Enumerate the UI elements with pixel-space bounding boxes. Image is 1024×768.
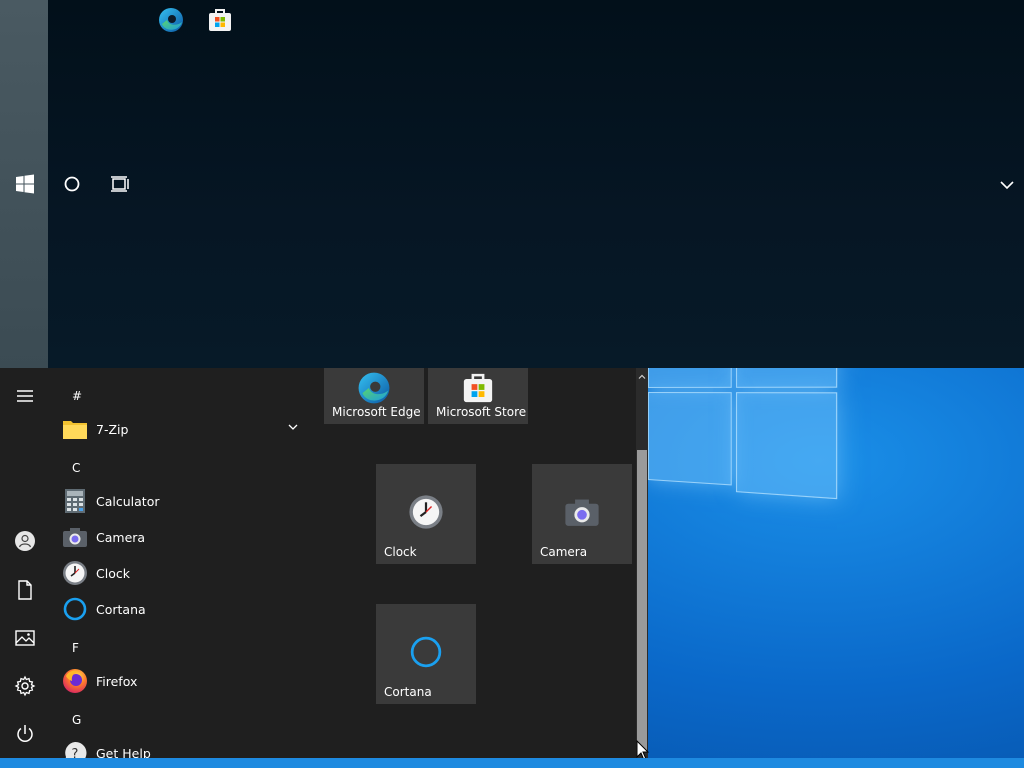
scrollbar-thumb[interactable] bbox=[637, 450, 647, 750]
pictures-icon[interactable] bbox=[13, 626, 37, 650]
list-item-calculator[interactable]: Calculator bbox=[62, 485, 322, 517]
list-item-label: Firefox bbox=[96, 673, 138, 689]
list-item-label: Camera bbox=[96, 529, 146, 545]
cortana-icon bbox=[408, 634, 444, 670]
camera-icon bbox=[62, 524, 88, 550]
list-item-get-help[interactable]: ? Get Help bbox=[62, 737, 322, 760]
get-help-icon: ? bbox=[62, 740, 88, 760]
list-item-camera[interactable]: Camera bbox=[62, 521, 322, 553]
tile-label: Clock bbox=[384, 545, 417, 559]
clock-icon bbox=[62, 560, 88, 586]
app-list: # 7-Zip C Calculator Camera Clock Cortan… bbox=[48, 368, 318, 760]
task-view-icon[interactable] bbox=[109, 173, 131, 195]
list-item-label: 7-Zip bbox=[96, 421, 129, 437]
tile-camera[interactable]: Camera bbox=[532, 464, 632, 564]
chevron-down-icon[interactable] bbox=[996, 174, 1018, 196]
list-item-7zip[interactable]: 7-Zip bbox=[62, 413, 322, 445]
tile-label: Camera bbox=[540, 545, 588, 559]
list-item-clock[interactable]: Clock bbox=[62, 557, 322, 589]
tile-microsoft-store[interactable]: Microsoft Store bbox=[428, 368, 528, 424]
list-item-label: Cortana bbox=[96, 601, 146, 617]
list-item-label: Clock bbox=[96, 565, 130, 581]
list-item-firefox[interactable]: Firefox bbox=[62, 665, 322, 697]
taskbar-bottom-edge bbox=[0, 758, 1024, 768]
tile-label: Cortana bbox=[384, 685, 432, 699]
cortana-search-icon[interactable] bbox=[61, 173, 83, 195]
settings-gear-icon[interactable] bbox=[13, 674, 37, 698]
chevron-down-icon[interactable] bbox=[286, 419, 300, 433]
edge-icon bbox=[356, 370, 392, 406]
group-header-f[interactable]: F bbox=[72, 641, 79, 655]
calculator-icon bbox=[62, 488, 88, 514]
firefox-icon bbox=[62, 668, 88, 694]
group-header-hash[interactable]: # bbox=[72, 389, 82, 403]
list-item-label: Calculator bbox=[96, 493, 160, 509]
list-item-cortana[interactable]: Cortana bbox=[62, 593, 322, 625]
clock-icon bbox=[408, 494, 444, 530]
hamburger-menu-icon[interactable] bbox=[13, 384, 37, 408]
camera-icon bbox=[564, 494, 600, 530]
start-menu: # 7-Zip C Calculator Camera Clock Cortan… bbox=[0, 368, 648, 760]
taskbar-area bbox=[0, 0, 1024, 368]
cortana-icon bbox=[62, 596, 88, 622]
windows-start-icon[interactable] bbox=[14, 173, 36, 195]
scroll-up-arrow-icon[interactable] bbox=[636, 368, 648, 380]
tile-microsoft-edge[interactable]: Microsoft Edge bbox=[324, 368, 424, 424]
tile-label: Microsoft Store bbox=[436, 405, 527, 419]
store-icon[interactable] bbox=[206, 6, 234, 34]
group-header-g[interactable]: G bbox=[72, 713, 81, 727]
tile-clock[interactable]: Clock bbox=[376, 464, 476, 564]
power-icon[interactable] bbox=[13, 722, 37, 746]
edge-icon[interactable] bbox=[157, 6, 185, 34]
folder-icon bbox=[62, 416, 88, 442]
start-sidebar bbox=[0, 368, 48, 760]
tile-cortana[interactable]: Cortana bbox=[376, 604, 476, 704]
documents-icon[interactable] bbox=[13, 578, 37, 602]
group-header-c[interactable]: C bbox=[72, 461, 80, 475]
user-account-icon[interactable] bbox=[13, 529, 37, 553]
tile-label: Microsoft Edge bbox=[332, 405, 421, 419]
store-icon bbox=[460, 370, 496, 406]
